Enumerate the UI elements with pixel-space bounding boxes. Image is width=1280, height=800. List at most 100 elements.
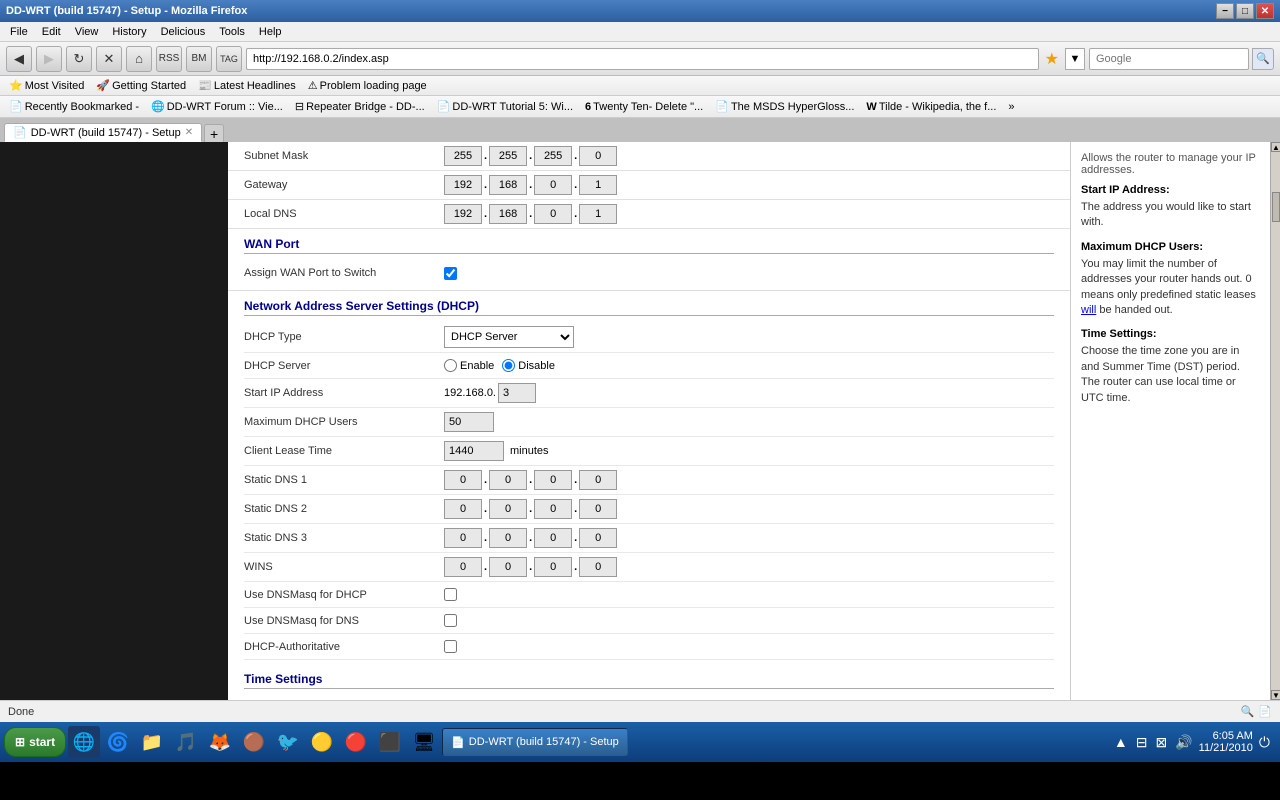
static-dns3-octet1[interactable] <box>444 528 482 548</box>
menu-tools[interactable]: Tools <box>213 25 251 39</box>
dnsmasq-dhcp-checkbox[interactable] <box>444 588 457 601</box>
taskbar-app-7[interactable]: ⬛ <box>374 726 406 758</box>
minimize-button[interactable]: − <box>1216 3 1234 19</box>
dhcp-auth-checkbox[interactable] <box>444 640 457 653</box>
bookmark-dropdown[interactable]: ▼ <box>1065 48 1085 70</box>
bookmark-star[interactable]: ★ <box>1043 49 1061 69</box>
tag-button[interactable]: TAG <box>216 46 242 72</box>
local-dns-octet4[interactable] <box>579 204 617 224</box>
assign-wan-checkbox[interactable] <box>444 267 457 280</box>
taskbar-app-chrome[interactable]: 🌀 <box>102 726 134 758</box>
static-dns3-octet3[interactable] <box>534 528 572 548</box>
dhcp-type-select[interactable]: DHCP Server DHCP Forwarder Disabled <box>444 326 574 348</box>
static-dns2-octet3[interactable] <box>534 499 572 519</box>
taskbar-app-4[interactable]: 🐦 <box>272 726 304 758</box>
taskbar-app-3[interactable]: 🟤 <box>238 726 270 758</box>
active-tab[interactable]: 📄 DD-WRT (build 15747) - Setup ✕ <box>4 123 202 142</box>
gateway-octet4[interactable] <box>579 175 617 195</box>
local-dns-octet3[interactable] <box>534 204 572 224</box>
maximize-button[interactable]: □ <box>1236 3 1254 19</box>
static-dns1-octet1[interactable] <box>444 470 482 490</box>
rss-button[interactable]: RSS <box>156 46 182 72</box>
bookmark-getting-started[interactable]: 🚀 Getting Started <box>91 78 191 93</box>
dhcp-disable-radio[interactable] <box>502 359 515 372</box>
back-button[interactable]: ◀ <box>6 46 32 72</box>
tab-close-button[interactable]: ✕ <box>185 127 193 138</box>
taskbar-app-8[interactable]: 🖥 <box>408 726 440 758</box>
subnet-mask-octet4[interactable] <box>579 146 617 166</box>
menu-view[interactable]: View <box>69 25 105 39</box>
search-input[interactable] <box>1089 48 1249 70</box>
static-dns1-octet2[interactable] <box>489 470 527 490</box>
static-dns2-octet1[interactable] <box>444 499 482 519</box>
bookmark-msds[interactable]: 📄 The MSDS HyperGloss... <box>710 99 859 114</box>
taskbar-app-media[interactable]: 🎵 <box>170 726 202 758</box>
scroll-up-button[interactable]: ▲ <box>1271 142 1280 152</box>
static-dns2-octet2[interactable] <box>489 499 527 519</box>
bookmark-twenty-ten[interactable]: 6 Twenty Ten- Delete "... <box>580 100 708 114</box>
gateway-octet1[interactable] <box>444 175 482 195</box>
status-page-icon[interactable]: 📄 <box>1258 705 1272 718</box>
forward-button[interactable]: ▶ <box>36 46 62 72</box>
menu-file[interactable]: File <box>4 25 34 39</box>
scroll-thumb[interactable] <box>1272 192 1280 222</box>
static-dns3-octet4[interactable] <box>579 528 617 548</box>
address-bar[interactable] <box>246 48 1039 70</box>
close-button[interactable]: ✕ <box>1256 3 1274 19</box>
menu-help[interactable]: Help <box>253 25 288 39</box>
bookmarks-sidebar-button[interactable]: BM <box>186 46 212 72</box>
bookmark-more[interactable]: » <box>1003 100 1019 114</box>
static-dns1-octet3[interactable] <box>534 470 572 490</box>
scroll-down-button[interactable]: ▼ <box>1271 690 1280 700</box>
static-dns2-octet4[interactable] <box>579 499 617 519</box>
taskbar-app-firefox[interactable]: 🦊 <box>204 726 236 758</box>
subnet-mask-octet2[interactable] <box>489 146 527 166</box>
tray-arrow-icon[interactable]: ▲ <box>1112 732 1130 752</box>
will-link[interactable]: will <box>1081 304 1096 316</box>
static-dns3-octet2[interactable] <box>489 528 527 548</box>
menu-edit[interactable]: Edit <box>36 25 67 39</box>
dhcp-enable-radio[interactable] <box>444 359 457 372</box>
taskbar-app-ie[interactable]: 🌐 <box>68 726 100 758</box>
tray-volume-icon[interactable]: 🔊 <box>1173 732 1194 753</box>
start-ip-last-input[interactable] <box>498 383 536 403</box>
stop-button[interactable]: ✕ <box>96 46 122 72</box>
tray-network-icon[interactable]: ⊟ <box>1134 732 1150 753</box>
bookmark-ddwrt-forum[interactable]: 🌐 DD-WRT Forum :: Vie... <box>146 99 288 114</box>
bookmark-recently-bookmarked[interactable]: 📄 Recently Bookmarked - <box>4 99 144 114</box>
max-users-input[interactable] <box>444 412 494 432</box>
menu-history[interactable]: History <box>106 25 152 39</box>
status-zoom-icon[interactable]: 🔍 <box>1241 705 1255 718</box>
static-dns1-octet4[interactable] <box>579 470 617 490</box>
wins-octet1[interactable] <box>444 557 482 577</box>
bookmark-repeater-bridge[interactable]: ⊟ Repeater Bridge - DD-... <box>290 99 430 114</box>
show-desktop-icon[interactable]: ⏻ <box>1257 732 1272 753</box>
local-dns-octet1[interactable] <box>444 204 482 224</box>
taskbar-app-5[interactable]: 🟡 <box>306 726 338 758</box>
bookmark-tilde[interactable]: W Tilde - Wikipedia, the f... <box>861 100 1001 114</box>
bookmark-problem-loading[interactable]: ⚠ Problem loading page <box>303 78 432 93</box>
gateway-octet2[interactable] <box>489 175 527 195</box>
reload-button[interactable]: ↻ <box>66 46 92 72</box>
wins-octet3[interactable] <box>534 557 572 577</box>
bookmark-most-visited[interactable]: ⭐ Most Visited <box>4 78 89 93</box>
subnet-mask-octet3[interactable] <box>534 146 572 166</box>
taskbar-app-6[interactable]: 🔴 <box>340 726 372 758</box>
start-button[interactable]: ⊞ start <box>4 727 66 757</box>
search-button[interactable]: 🔍 <box>1252 48 1274 70</box>
gateway-octet3[interactable] <box>534 175 572 195</box>
subnet-mask-octet1[interactable] <box>444 146 482 166</box>
clock[interactable]: 6:05 AM 11/21/2010 <box>1199 730 1253 754</box>
dnsmasq-dns-checkbox[interactable] <box>444 614 457 627</box>
bookmark-ddwrt-tutorial[interactable]: 📄 DD-WRT Tutorial 5: Wi... <box>432 99 578 114</box>
ddwrt-scrollbar[interactable]: ▲ ▼ <box>1270 142 1280 700</box>
wins-octet4[interactable] <box>579 557 617 577</box>
wins-octet2[interactable] <box>489 557 527 577</box>
lease-time-input[interactable] <box>444 441 504 461</box>
taskbar-app-explorer[interactable]: 📁 <box>136 726 168 758</box>
active-window-taskbar[interactable]: 📄 DD-WRT (build 15747) - Setup <box>442 728 628 756</box>
home-button[interactable]: ⌂ <box>126 46 152 72</box>
menu-delicious[interactable]: Delicious <box>155 25 212 39</box>
bookmark-latest-headlines[interactable]: 📰 Latest Headlines <box>193 78 301 93</box>
new-tab-button[interactable]: + <box>204 124 224 142</box>
